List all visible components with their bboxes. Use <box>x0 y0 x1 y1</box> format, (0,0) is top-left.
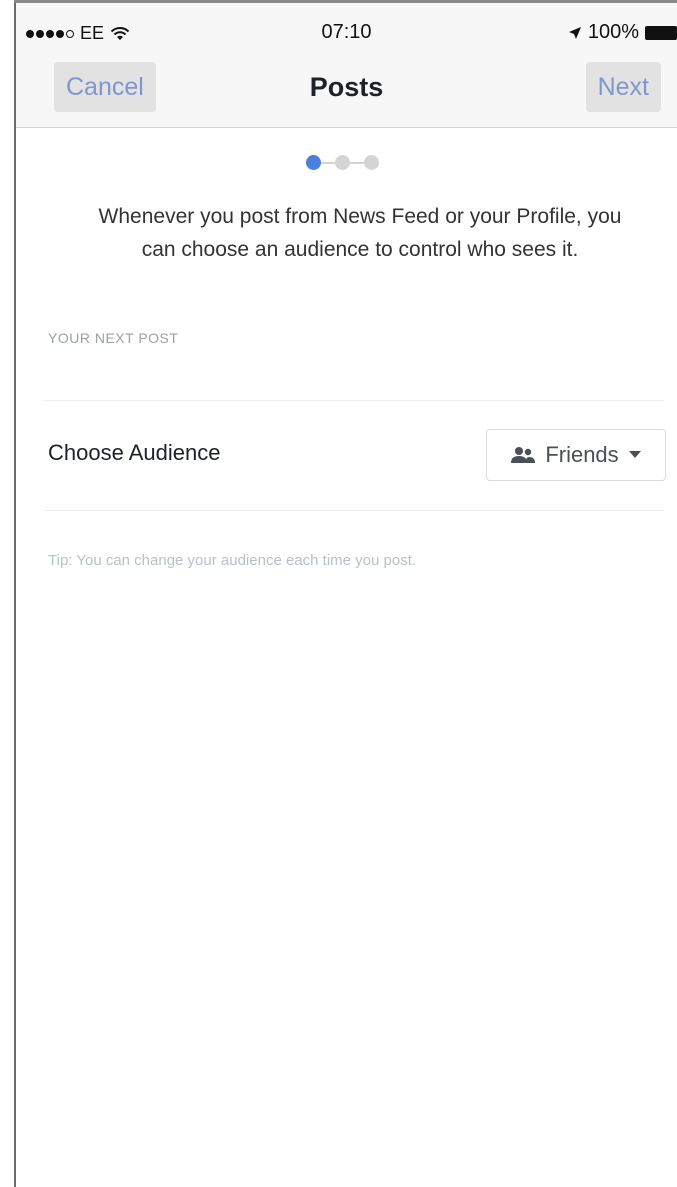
choose-audience-label: Choose Audience <box>48 440 221 465</box>
divider <box>44 510 664 511</box>
screen <box>14 0 677 1187</box>
status-right: 100% <box>568 21 677 44</box>
audience-selector-button[interactable]: Friends <box>486 429 666 481</box>
divider <box>44 400 664 401</box>
navigation-bar: Cancel Posts Next <box>16 58 677 128</box>
battery-percent: 100% <box>587 21 639 43</box>
step-1-indicator <box>306 155 321 170</box>
location-arrow-icon <box>568 26 581 39</box>
progress-stepper <box>306 155 379 170</box>
section-header: YOUR NEXT POST <box>48 330 179 346</box>
audience-value: Friends <box>545 442 619 467</box>
step-connector <box>350 161 364 164</box>
step-2-indicator <box>335 155 350 170</box>
status-bar: EE 07:10 100% <box>16 3 677 58</box>
tip-text: Tip: You can change your audience each t… <box>48 552 417 569</box>
step-3-indicator <box>364 155 379 170</box>
intro-text: Whenever you post from News Feed or your… <box>98 205 622 261</box>
next-button[interactable]: Next <box>585 62 661 112</box>
battery-icon <box>645 25 677 40</box>
step-connector <box>321 161 335 164</box>
friends-icon <box>511 447 536 463</box>
caret-down-icon <box>628 451 641 458</box>
page-title: Posts <box>309 72 384 102</box>
